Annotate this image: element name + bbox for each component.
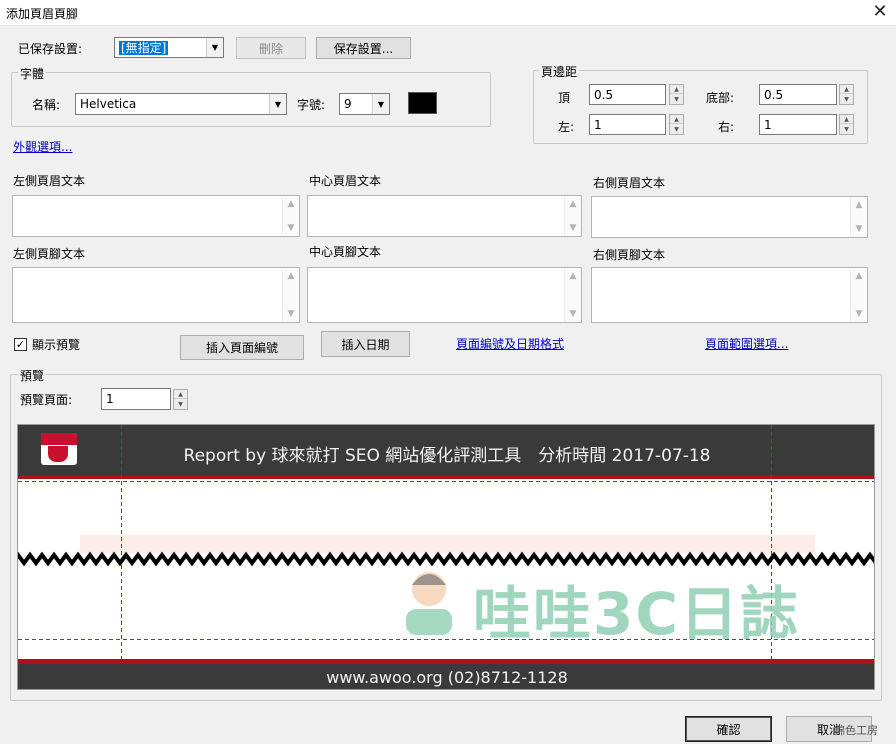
margin-bottom-spinner[interactable]: ▲ ▼ bbox=[839, 84, 854, 105]
font-size-dropdown[interactable]: 9 ▼ bbox=[339, 93, 390, 115]
margin-top-value: 0.5 bbox=[594, 88, 614, 102]
spin-up-icon[interactable]: ▲ bbox=[670, 115, 683, 124]
font-color-swatch[interactable] bbox=[408, 92, 437, 114]
saved-settings-value: [無指定] bbox=[119, 41, 169, 55]
checkmark-icon: ✓ bbox=[15, 338, 26, 351]
watermark-face-icon bbox=[406, 572, 452, 635]
center-header-textarea[interactable]: ▲ ▼ bbox=[307, 195, 582, 237]
title-bar bbox=[0, 0, 896, 26]
left-footer-textarea[interactable]: ▲ ▼ bbox=[12, 267, 300, 323]
font-name-value: Helvetica bbox=[80, 97, 137, 111]
margin-bottom-input[interactable]: 0.5 bbox=[759, 84, 837, 105]
preview-page-input[interactable]: 1 bbox=[101, 388, 171, 410]
margin-right-label: 右: bbox=[718, 120, 735, 134]
spin-up-icon[interactable]: ▲ bbox=[670, 85, 683, 94]
right-header-label: 右側頁眉文本 bbox=[593, 176, 666, 190]
margin-left-spinner[interactable]: ▲ ▼ bbox=[669, 114, 684, 135]
scroll-down-icon[interactable]: ▼ bbox=[851, 224, 867, 234]
scroll-down-icon[interactable]: ▼ bbox=[565, 309, 581, 319]
scroll-down-icon[interactable]: ▼ bbox=[283, 223, 299, 233]
show-preview-label: 顯示預覽 bbox=[32, 338, 81, 352]
spin-down-icon[interactable]: ▼ bbox=[840, 125, 853, 134]
center-footer-textarea[interactable]: ▲ ▼ bbox=[307, 267, 582, 323]
spin-up-icon[interactable]: ▲ bbox=[174, 390, 187, 399]
appearance-options-link[interactable]: 外觀選項... bbox=[13, 138, 72, 155]
margin-bottom-value: 0.5 bbox=[764, 88, 784, 102]
margin-left-label: 左: bbox=[558, 120, 575, 134]
spin-down-icon[interactable]: ▼ bbox=[670, 125, 683, 134]
window-title: 添加頁眉頁腳 bbox=[6, 7, 79, 21]
margin-left-input[interactable]: 1 bbox=[589, 114, 666, 135]
margin-top-input[interactable]: 0.5 bbox=[589, 84, 666, 105]
margin-right-input[interactable]: 1 bbox=[759, 114, 837, 135]
right-footer-textarea[interactable]: ▲ ▼ bbox=[591, 267, 868, 323]
scrollbar[interactable]: ▲ ▼ bbox=[850, 268, 867, 322]
insert-date-button[interactable]: 插入日期 bbox=[321, 331, 410, 357]
left-footer-label: 左側頁腳文本 bbox=[13, 247, 86, 261]
left-header-textarea[interactable]: ▲ ▼ bbox=[12, 195, 300, 237]
spin-down-icon[interactable]: ▼ bbox=[840, 95, 853, 104]
preview-page-spinner[interactable]: ▲ ▼ bbox=[173, 389, 188, 410]
right-header-textarea[interactable]: ▲ ▼ bbox=[591, 196, 868, 238]
page-number-date-format-link[interactable]: 頁面編號及日期格式 bbox=[456, 335, 564, 352]
preview-footer-text: www.awoo.org (02)8712-1128 bbox=[326, 668, 568, 687]
watermark-text: 哇哇3C日誌 bbox=[473, 580, 800, 648]
close-button[interactable]: ✕ bbox=[866, 1, 894, 23]
preview-group-label: 預覽 bbox=[18, 367, 47, 384]
preview-page-label: 預覽頁面: bbox=[20, 393, 73, 407]
spin-down-icon[interactable]: ▼ bbox=[670, 95, 683, 104]
margin-left-value: 1 bbox=[594, 118, 602, 132]
scroll-up-icon[interactable]: ▲ bbox=[283, 199, 299, 209]
chevron-down-icon: ▼ bbox=[206, 38, 223, 57]
font-size-value: 9 bbox=[344, 97, 352, 111]
scroll-down-icon[interactable]: ▼ bbox=[565, 223, 581, 233]
spin-up-icon[interactable]: ▲ bbox=[840, 85, 853, 94]
saved-settings-label: 已保存設置: bbox=[18, 42, 83, 56]
scroll-up-icon[interactable]: ▲ bbox=[851, 200, 867, 210]
saved-settings-dropdown[interactable]: [無指定] ▼ bbox=[114, 37, 224, 58]
scroll-up-icon[interactable]: ▲ bbox=[565, 199, 581, 209]
left-header-label: 左側頁眉文本 bbox=[13, 174, 86, 188]
scroll-up-icon[interactable]: ▲ bbox=[565, 271, 581, 281]
save-settings-button[interactable]: 保存設置... bbox=[316, 37, 411, 59]
page-range-options-link[interactable]: 頁面範圍選項... bbox=[705, 335, 788, 352]
center-header-label: 中心頁眉文本 bbox=[309, 174, 382, 188]
font-name-label: 名稱: bbox=[32, 98, 61, 112]
scroll-down-icon[interactable]: ▼ bbox=[851, 309, 867, 319]
scrollbar[interactable]: ▲ ▼ bbox=[850, 197, 867, 237]
margin-right-spinner[interactable]: ▲ ▼ bbox=[839, 114, 854, 135]
preview-canvas: Report by 球來就打 SEO 網站優化評測工具 分析時間 2017-07… bbox=[17, 424, 875, 690]
scrollbar[interactable]: ▲ ▼ bbox=[282, 268, 299, 322]
margin-right-value: 1 bbox=[764, 118, 772, 132]
preview-page-value: 1 bbox=[106, 392, 114, 406]
corner-watermark: 錦色工房 bbox=[834, 724, 878, 737]
chevron-down-icon: ▼ bbox=[269, 94, 286, 114]
scrollbar[interactable]: ▲ ▼ bbox=[564, 196, 581, 236]
scroll-down-icon[interactable]: ▼ bbox=[283, 309, 299, 319]
chevron-down-icon: ▼ bbox=[372, 94, 389, 114]
margin-top-spinner[interactable]: ▲ ▼ bbox=[669, 84, 684, 105]
margins-group-label: 頁邊距 bbox=[539, 63, 580, 80]
scrollbar[interactable]: ▲ ▼ bbox=[564, 268, 581, 322]
spin-down-icon[interactable]: ▼ bbox=[174, 400, 187, 409]
margin-top-label: 頂 bbox=[558, 91, 571, 105]
spin-up-icon[interactable]: ▲ bbox=[840, 115, 853, 124]
font-size-label: 字號: bbox=[297, 98, 326, 112]
font-group-label: 字體 bbox=[18, 65, 47, 82]
scroll-up-icon[interactable]: ▲ bbox=[283, 271, 299, 281]
right-footer-label: 右側頁腳文本 bbox=[593, 248, 666, 262]
show-preview-checkbox[interactable]: ✓ bbox=[14, 338, 27, 351]
center-footer-label: 中心頁腳文本 bbox=[309, 245, 382, 259]
insert-page-number-button[interactable]: 插入頁面編號 bbox=[180, 335, 304, 360]
ok-button[interactable]: 確認 bbox=[685, 716, 772, 742]
scroll-up-icon[interactable]: ▲ bbox=[851, 271, 867, 281]
scrollbar[interactable]: ▲ ▼ bbox=[282, 196, 299, 236]
delete-button[interactable]: 刪除 bbox=[236, 37, 306, 59]
font-name-dropdown[interactable]: Helvetica ▼ bbox=[75, 93, 287, 115]
margin-bottom-label: 底部: bbox=[706, 91, 735, 105]
